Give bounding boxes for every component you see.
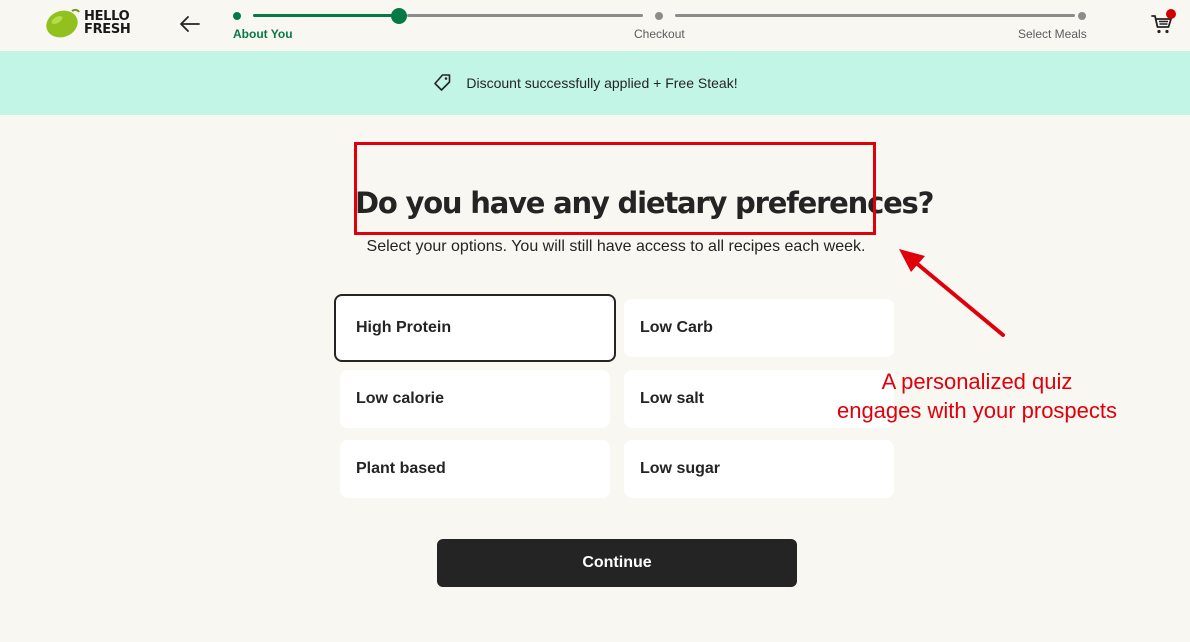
progress-current-marker: [391, 8, 407, 24]
annotation-line-1: A personalized quiz: [881, 369, 1073, 394]
progress-stepper: About You Checkout Select Meals: [233, 8, 1087, 41]
option-label: Low salt: [640, 390, 705, 407]
option-label: Low Carb: [640, 319, 713, 336]
progress-track-remaining-2: [675, 14, 1075, 17]
option-label: Low calorie: [356, 390, 445, 407]
option-low-calorie[interactable]: Low calorie: [340, 370, 610, 428]
logo-text-line2: FRESH: [84, 22, 131, 37]
annotation-line-2: engages with your prospects: [836, 398, 1118, 423]
step-label-select-meals: Select Meals: [1018, 27, 1087, 41]
option-low-carb[interactable]: Low Carb: [624, 299, 894, 357]
page-subtitle: Select your options. You will still have…: [366, 238, 866, 255]
step-label-checkout: Checkout: [634, 27, 685, 41]
step-dot-checkout: [655, 12, 663, 20]
logo-text: HELLO FRESH: [84, 10, 131, 36]
cart-button[interactable]: [1150, 9, 1178, 38]
cart-notification-badge: [1166, 9, 1176, 19]
tag-icon: [434, 74, 451, 91]
step-label-about-you[interactable]: About You: [233, 27, 293, 41]
option-label: High Protein: [356, 319, 452, 336]
option-plant-based[interactable]: Plant based: [340, 440, 610, 498]
discount-banner: Discount successfully applied + Free Ste…: [0, 51, 1190, 115]
annotation-arrow-icon: [899, 249, 1005, 337]
progress-track-done: [253, 14, 399, 17]
annotation-highlight-box: [354, 142, 876, 235]
top-header: HELLO FRESH About You Checkout Select Me…: [0, 0, 1190, 51]
lime-logo-icon: [46, 8, 80, 38]
option-high-protein[interactable]: High Protein: [334, 294, 616, 362]
annotation-text: A personalized quiz engages with your pr…: [818, 367, 1136, 425]
back-arrow-icon: [180, 16, 200, 32]
hellofresh-logo[interactable]: HELLO FRESH: [44, 7, 140, 39]
continue-button[interactable]: Continue: [437, 539, 797, 587]
option-label: Low sugar: [640, 460, 721, 477]
back-button[interactable]: [176, 10, 204, 38]
step-dot-select-meals: [1078, 12, 1086, 20]
option-label: Plant based: [356, 460, 446, 477]
discount-banner-text: Discount successfully applied + Free Ste…: [466, 75, 738, 91]
option-low-sugar[interactable]: Low sugar: [624, 440, 894, 498]
progress-track-remaining: [407, 14, 643, 17]
step-dot-about-you: [233, 12, 241, 20]
